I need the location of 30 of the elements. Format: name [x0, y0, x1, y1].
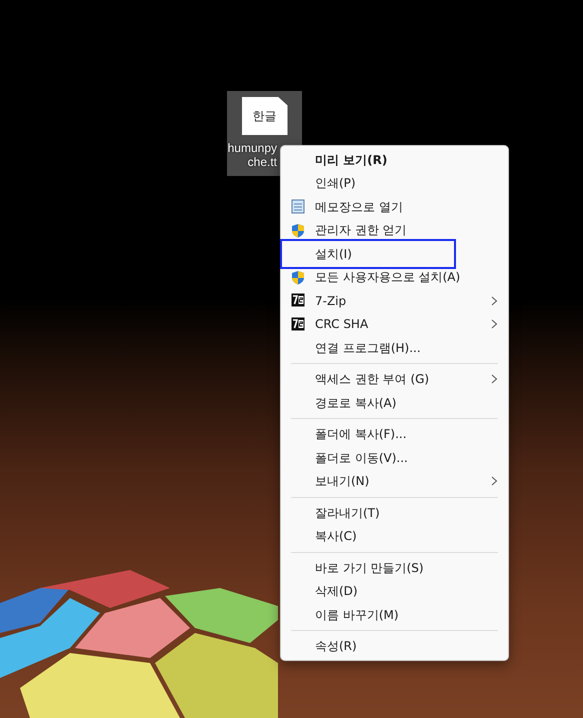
menu-item[interactable]: 복사(C): [281, 524, 508, 548]
menu-item[interactable]: 관리자 권한 얻기: [281, 218, 508, 242]
menu-item[interactable]: 폴더로 이동(V)...: [281, 446, 508, 470]
shield-icon: [291, 270, 305, 284]
archive-icon: [291, 293, 305, 307]
menu-item[interactable]: 폴더에 복사(F)...: [281, 422, 508, 446]
notepad-icon: [291, 199, 305, 214]
menu-item[interactable]: 연결 프로그램(H)...: [281, 336, 508, 360]
file-icon[interactable]: 한글 humunpy che.tt: [227, 91, 302, 176]
chevron-right-icon: [491, 476, 498, 486]
menu-item[interactable]: 모든 사용자용으로 설치(A): [281, 266, 508, 289]
menu-item[interactable]: 설치(I): [281, 242, 508, 266]
font-preview-thumbnail: 한글: [242, 97, 288, 135]
menu-item[interactable]: 잘라내기(T): [281, 501, 508, 524]
menu-item[interactable]: 보내기(N): [281, 470, 508, 493]
menu-item[interactable]: 액세스 권한 부여 (G): [281, 368, 508, 391]
file-name-label: humunpy che.tt: [227, 141, 278, 169]
archive-icon: [291, 316, 305, 330]
chevron-right-icon: [491, 374, 498, 384]
menu-item[interactable]: CRC SHA: [281, 312, 508, 336]
menu-item[interactable]: 속성(R): [281, 634, 508, 658]
menu-item[interactable]: 7-Zip: [281, 289, 508, 312]
chevron-right-icon: [491, 319, 498, 330]
menu-item[interactable]: 이름 바꾸기(M): [281, 603, 508, 626]
menu-item[interactable]: 삭제(D): [281, 580, 508, 603]
menu-item[interactable]: 메모장으로 열기: [281, 195, 508, 218]
menu-item[interactable]: 경로로 복사(A): [281, 391, 508, 414]
shield-icon: [291, 222, 305, 238]
menu-item[interactable]: 바로 가기 만들기(S): [281, 556, 508, 580]
chevron-right-icon: [491, 296, 498, 306]
